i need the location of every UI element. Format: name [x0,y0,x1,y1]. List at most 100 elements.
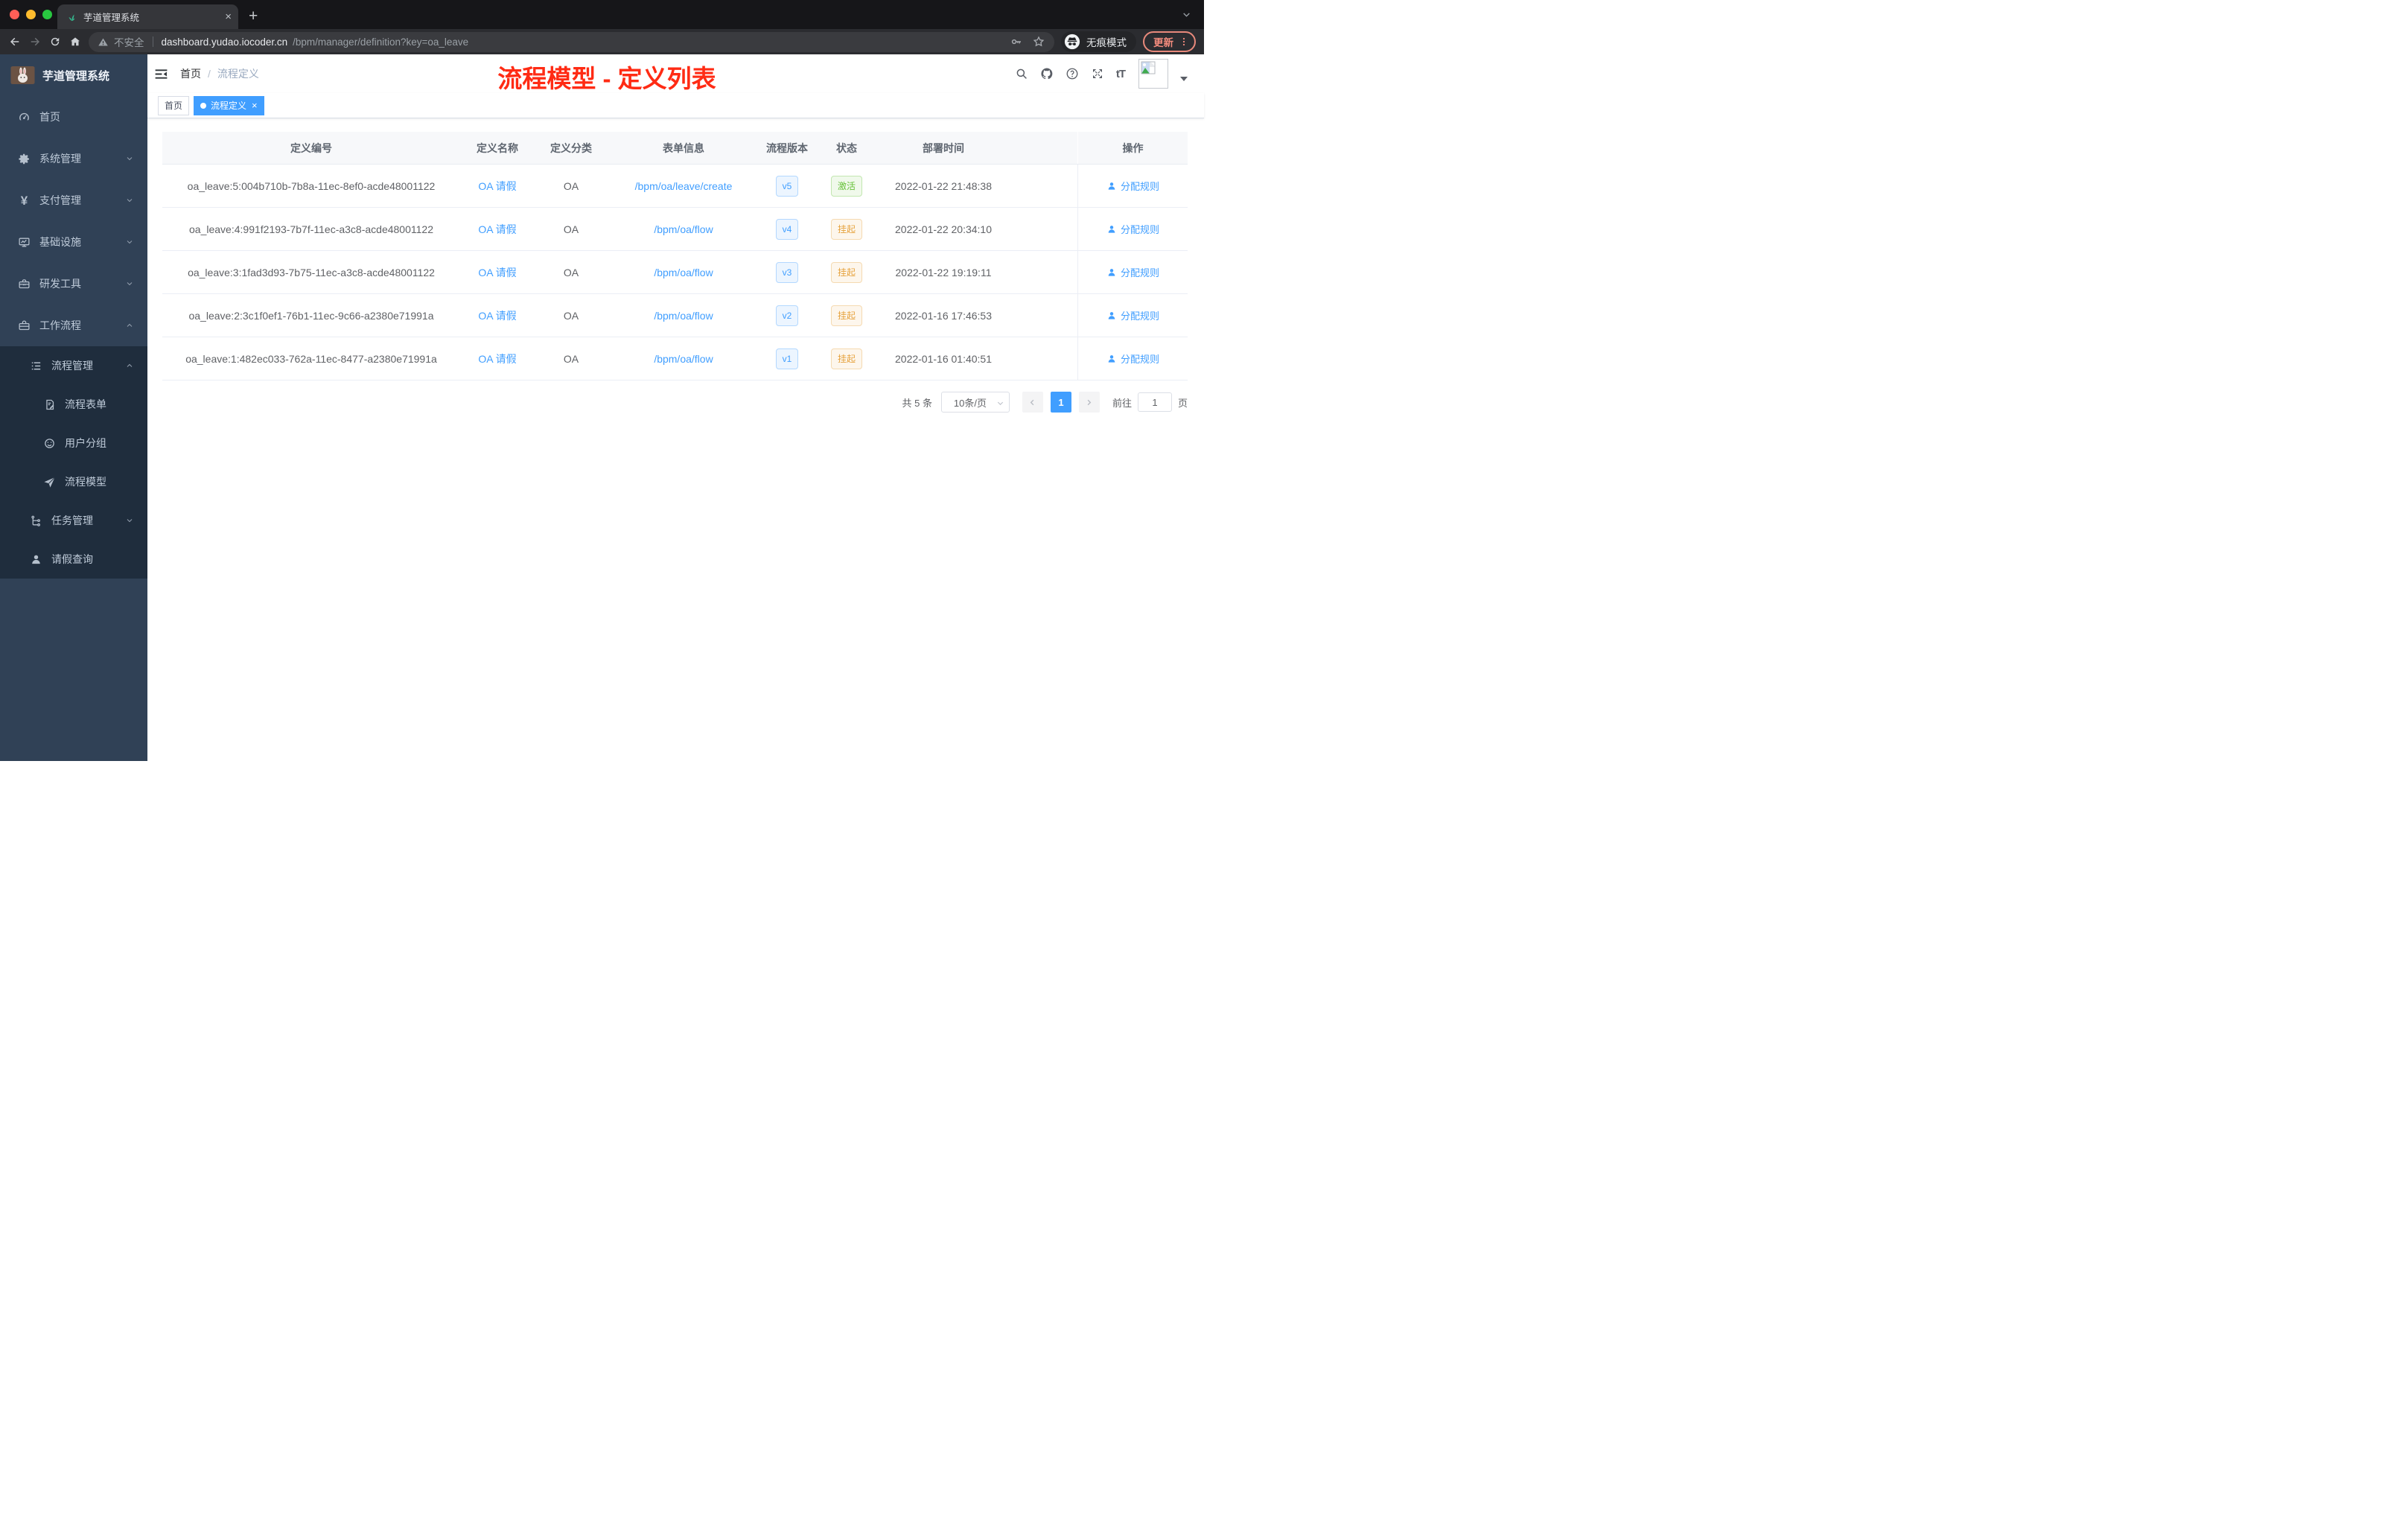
breadcrumb-home[interactable]: 首页 [180,66,201,81]
security-label[interactable]: 不安全 [114,34,144,49]
column-header: 定义分类 [550,141,592,154]
status-badge: 挂起 [830,305,862,326]
sidebar-item-user-group[interactable]: 用户分组 [0,424,147,462]
column-header: 定义编号 [290,141,332,154]
tab-close-icon[interactable]: × [225,11,232,22]
tag-label: 流程定义 [211,101,247,111]
window-zoom-button[interactable] [42,10,52,19]
pagination-goto: 前往 页 [1112,392,1188,412]
table-row: oa_leave:5:004b710b-7b8a-11ec-8ef0-acde4… [162,165,1188,208]
form-link[interactable]: /bpm/oa/flow [654,353,713,365]
sidebar-item-process-management[interactable]: 流程管理 [0,346,147,385]
assign-rule-button[interactable]: 分配规则 [1106,308,1159,322]
form-link[interactable]: /bpm/oa/flow [654,267,713,278]
window-minimize-button[interactable] [26,10,36,19]
plant-favicon-icon [69,14,75,22]
assign-rule-button[interactable]: 分配规则 [1106,265,1159,279]
font-size-icon[interactable]: tT [1116,68,1126,80]
monitor-icon [19,238,30,246]
tag-close-icon[interactable]: × [252,101,258,110]
help-icon[interactable] [1066,67,1079,80]
tag-label: 首页 [165,101,183,111]
sidebar-item-leave-query[interactable]: 请假查询 [0,540,147,579]
update-label[interactable]: 更新 [1153,34,1173,49]
sidebar-item-dev-tools[interactable]: 研发工具 [0,263,147,305]
assign-rule-button[interactable]: 分配规则 [1106,351,1159,366]
chevron-up-icon [127,323,133,327]
sidebar-item-workflow[interactable]: 工作流程 [0,305,147,346]
browser-tab[interactable]: 芋道管理系统 × [57,4,238,29]
sidebar-collapse-icon[interactable] [153,66,169,82]
fullscreen-icon[interactable] [1091,67,1104,80]
assign-rule-button[interactable]: 分配规则 [1106,179,1159,193]
definition-category: OA [563,352,579,365]
back-icon[interactable] [8,35,22,48]
sidebar-item-label: 研发工具 [39,278,81,290]
page-number-current[interactable]: 1 [1050,392,1071,413]
sidebar-item-system[interactable]: 系统管理 [0,138,147,179]
sidebar-item-label: 任务管理 [51,515,93,526]
form-link[interactable]: /bpm/oa/flow [654,223,713,235]
browser-update-button[interactable]: 更新 [1143,31,1196,52]
sidebar-logo[interactable]: 芋道管理系统 [0,54,147,96]
avatar[interactable] [1138,59,1168,89]
prev-page-button[interactable] [1022,392,1043,413]
url-host: dashboard.yudao.iocoder.cn [161,36,288,48]
new-tab-button[interactable]: + [249,8,258,24]
sidebar-item-task-management[interactable]: 任务管理 [0,501,147,540]
sidebar-item-process-form[interactable]: 流程表单 [0,385,147,424]
definition-name-link[interactable]: OA 请假 [478,223,516,235]
tag-process-definition[interactable]: 流程定义 × [194,95,264,115]
broken-image-icon [1141,61,1156,74]
tab-search-chevron-icon[interactable] [1182,10,1191,19]
sidebar-item-label: 首页 [39,111,60,123]
form-link[interactable]: /bpm/oa/leave/create [635,180,733,192]
incognito-icon [1064,34,1080,50]
version-badge: v1 [775,348,799,369]
next-page-button[interactable] [1078,392,1100,413]
definition-name-link[interactable]: OA 请假 [478,267,516,278]
window-close-button[interactable] [10,10,19,19]
forward-icon[interactable] [28,35,42,48]
form-link[interactable]: /bpm/oa/flow [654,310,713,322]
sidebar-item-infrastructure[interactable]: 基础设施 [0,221,147,263]
definition-name-link[interactable]: OA 请假 [478,353,516,365]
definition-id: oa_leave:2:3c1f0ef1-76b1-11ec-9c66-a2380… [188,309,434,322]
deploy-time: 2022-01-22 20:34:10 [895,223,992,235]
github-icon[interactable] [1040,67,1054,80]
incognito-label: 无痕模式 [1086,37,1127,48]
home-icon[interactable] [69,35,82,48]
tab-title: 芋道管理系统 [83,13,140,23]
address-bar[interactable]: 不安全 dashboard.yudao.iocoder.cn/bpm/manag… [89,31,1054,52]
list-icon [31,362,41,369]
person-icon [32,555,40,564]
search-icon[interactable] [1015,67,1028,80]
browser-menu-dots-icon[interactable] [1179,36,1189,48]
workflow-submenu: 流程管理 流程表单 用户分组 流程模型 任务管理 请假查询 [0,346,147,579]
sidebar-item-payment[interactable]: ¥ 支付管理 [0,179,147,221]
definition-name-link[interactable]: OA 请假 [478,310,516,322]
toolbox-icon [19,278,30,288]
tag-home[interactable]: 首页 [158,95,190,115]
key-icon[interactable] [1010,35,1023,48]
tab-strip: 芋道管理系统 × + [0,0,1204,29]
user-icon [1108,268,1115,276]
table-row: oa_leave:2:3c1f0ef1-76b1-11ec-9c66-a2380… [162,294,1188,337]
sidebar-item-label: 工作流程 [39,319,81,331]
sidebar-item-home[interactable]: 首页 [0,96,147,138]
bookmark-star-icon[interactable] [1032,35,1045,48]
table-header-row: 定义编号 定义名称 定义分类 表单信息 流程版本 状态 部署时间 操作 [162,132,1188,165]
tree-icon [31,515,40,526]
sidebar-item-process-model[interactable]: 流程模型 [0,462,147,501]
avatar-caret-icon[interactable] [1180,77,1188,81]
column-header: 表单信息 [663,141,704,154]
definition-name-link[interactable]: OA 请假 [478,180,516,192]
chevron-down-icon [127,519,133,523]
page-size-value: 10条/页 [953,397,987,409]
page-header: 首页 / 流程定义 流程模型 - 定义列表 tT [147,54,1204,93]
user-icon [1108,225,1115,233]
goto-page-input[interactable] [1137,392,1172,412]
reload-icon[interactable] [48,35,62,48]
page-size-select[interactable]: 10条/页 [940,392,1010,413]
assign-rule-button[interactable]: 分配规则 [1106,222,1159,236]
